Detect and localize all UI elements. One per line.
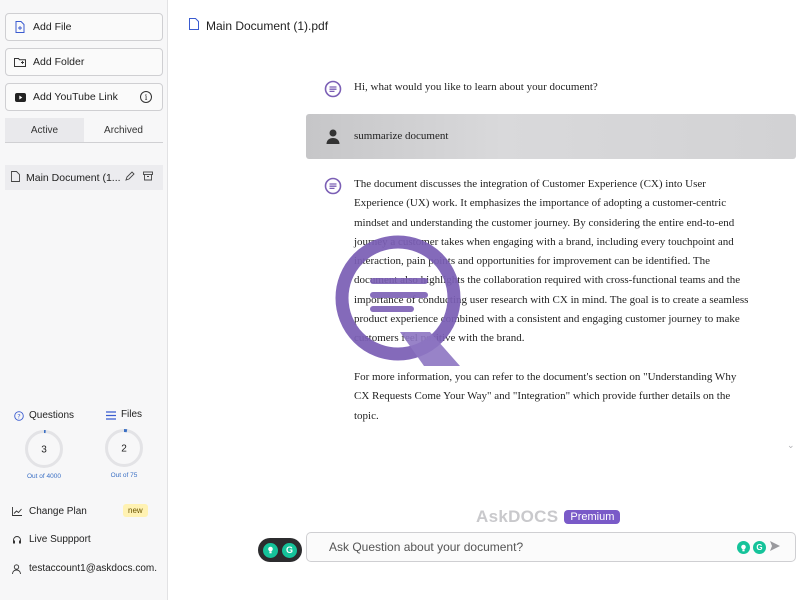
assistant-message: Hi, what would you like to learn about y… (354, 78, 784, 97)
new-badge: new (123, 504, 148, 517)
file-add-icon (14, 21, 26, 33)
document-icon (189, 18, 199, 33)
add-file-label: Add File (33, 21, 72, 33)
edit-pencil-icon[interactable] (125, 171, 135, 184)
user-icon (12, 563, 23, 574)
archive-icon[interactable] (143, 171, 153, 184)
send-icon[interactable] (769, 540, 781, 555)
file-list-icon (105, 406, 116, 423)
scroll-down-chevron-icon[interactable]: ⌄ (787, 440, 795, 451)
files-ring: 2 (105, 429, 143, 467)
change-plan-link[interactable]: Change Plan (12, 506, 87, 517)
premium-badge: Premium (564, 510, 621, 524)
question-input[interactable] (329, 540, 709, 554)
add-folder-button[interactable]: Add Folder (5, 48, 163, 76)
message-line: CX Requests Come Your Way" and "Integrat… (354, 390, 731, 403)
questions-usage: ? Questions 3 Out of 4000 (14, 406, 74, 480)
files-count: 2 (121, 444, 127, 455)
usage-stats: ? Questions 3 Out of 4000 Files 2 Out of… (0, 406, 168, 486)
tab-active[interactable]: Active (5, 118, 84, 142)
files-limit: Out of 75 (110, 472, 138, 479)
document-icon (11, 170, 20, 185)
question-input-box[interactable]: G (306, 532, 796, 562)
info-icon[interactable]: i (140, 91, 152, 103)
grammarly-icon[interactable]: G (753, 541, 766, 554)
change-plan-label: Change Plan (29, 506, 87, 517)
document-list-item[interactable]: Main Document (1... (5, 165, 163, 190)
questions-count: 3 (41, 445, 47, 456)
files-usage: Files 2 Out of 75 (94, 406, 154, 479)
lightbulb-icon[interactable] (263, 542, 278, 558)
askdocs-logo-icon (334, 234, 470, 368)
user-message: summarize document (354, 130, 449, 142)
document-title: Main Document (1).pdf (206, 18, 329, 33)
sidebar: Add File Add Folder Add YouTube Link i A… (0, 0, 168, 600)
questions-label: Questions (28, 409, 75, 421)
user-message-row: summarize document (306, 114, 796, 159)
files-label: Files (120, 409, 143, 420)
brand-footer: AskDOCS Premium (476, 507, 621, 527)
add-youtube-label: Add YouTube Link (33, 91, 118, 103)
document-tabs: Active Archived (5, 118, 163, 143)
help-circle-icon: ? (14, 406, 24, 424)
document-item-label: Main Document (1... (26, 171, 121, 184)
tab-archived[interactable]: Archived (84, 118, 163, 142)
message-line: For more information, you can refer to t… (354, 370, 737, 383)
live-support-label: Live Suppport (29, 534, 91, 545)
grammarly-floating-widget[interactable]: G (258, 538, 302, 562)
document-title-bar: Main Document (1).pdf (189, 18, 328, 33)
chat-panel: Main Document (1).pdf Hi, what would you… (169, 0, 800, 600)
folder-add-icon (14, 56, 26, 68)
user-avatar-icon (325, 128, 341, 147)
add-youtube-link-button[interactable]: Add YouTube Link i (5, 83, 163, 111)
grammarly-icon[interactable]: G (282, 542, 297, 558)
add-folder-label: Add Folder (33, 56, 85, 68)
message-line: Experience (UX) work. It emphasizes the … (354, 197, 727, 210)
add-file-button[interactable]: Add File (5, 13, 163, 41)
live-support-link[interactable]: Live Suppport (12, 534, 91, 545)
message-line: mindset and understanding the customer j… (354, 216, 735, 229)
questions-ring: 3 (25, 430, 63, 468)
svg-text:?: ? (17, 412, 20, 420)
account-menu[interactable]: testaccount1@askdocs.com. (12, 563, 157, 574)
message-line: The document discusses the integration o… (354, 178, 706, 190)
headset-icon (12, 535, 23, 545)
assistant-avatar-icon (324, 80, 342, 98)
lightbulb-icon[interactable] (737, 541, 750, 554)
questions-limit: Out of 4000 (27, 473, 61, 480)
youtube-icon (14, 91, 26, 103)
chart-trend-icon (12, 507, 23, 516)
message-line: topic. (354, 409, 379, 422)
assistant-avatar-icon (324, 177, 342, 195)
brand-name: AskDOCS (476, 507, 559, 526)
message-line: Hi, what would you like to learn about y… (354, 81, 598, 93)
account-email: testaccount1@askdocs.com. (29, 563, 157, 574)
